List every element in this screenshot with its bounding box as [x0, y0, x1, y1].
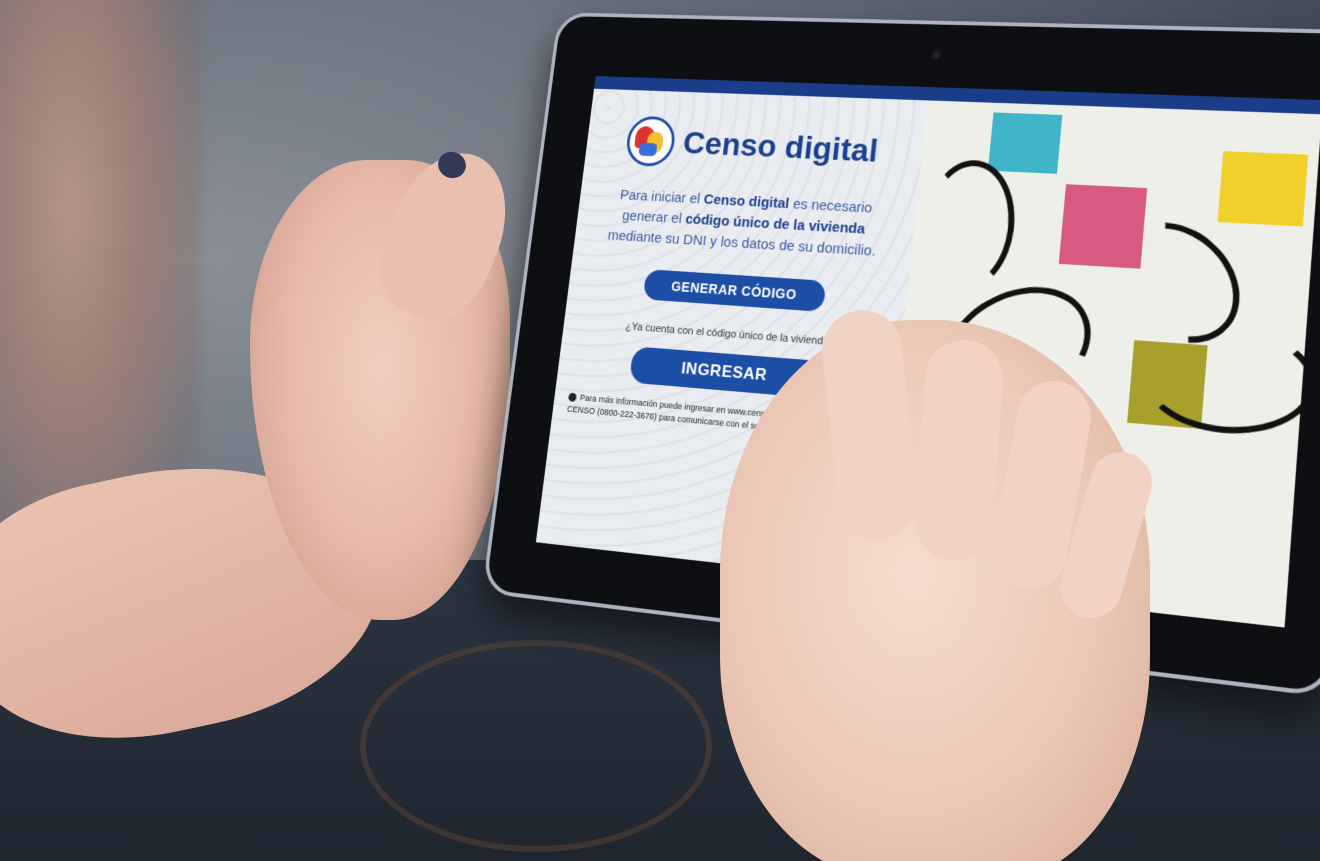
art-stroke: [917, 158, 1021, 293]
middle-finger: [912, 337, 1006, 563]
generate-code-button[interactable]: GENERAR CÓDIGO: [642, 269, 827, 312]
right-hand: [720, 306, 1160, 861]
header: Censo digital: [585, 114, 925, 179]
art-yellow-square: [1217, 151, 1309, 227]
census-logo-icon: [624, 115, 678, 168]
app-title: Censo digital: [681, 124, 880, 169]
index-finger: [818, 306, 922, 544]
intro-text: Para iniciar el Censo digital es necesar…: [598, 184, 890, 263]
camera-icon: [931, 50, 941, 60]
intro-bold-1: Censo digital: [702, 191, 791, 212]
info-icon: [568, 392, 577, 402]
art-cyan-square: [987, 112, 1063, 174]
table-stain: [360, 640, 712, 852]
photo-scene: Censo digital Para iniciar el Censo digi…: [0, 0, 1320, 861]
intro-part-1: Para iniciar el: [619, 187, 705, 208]
